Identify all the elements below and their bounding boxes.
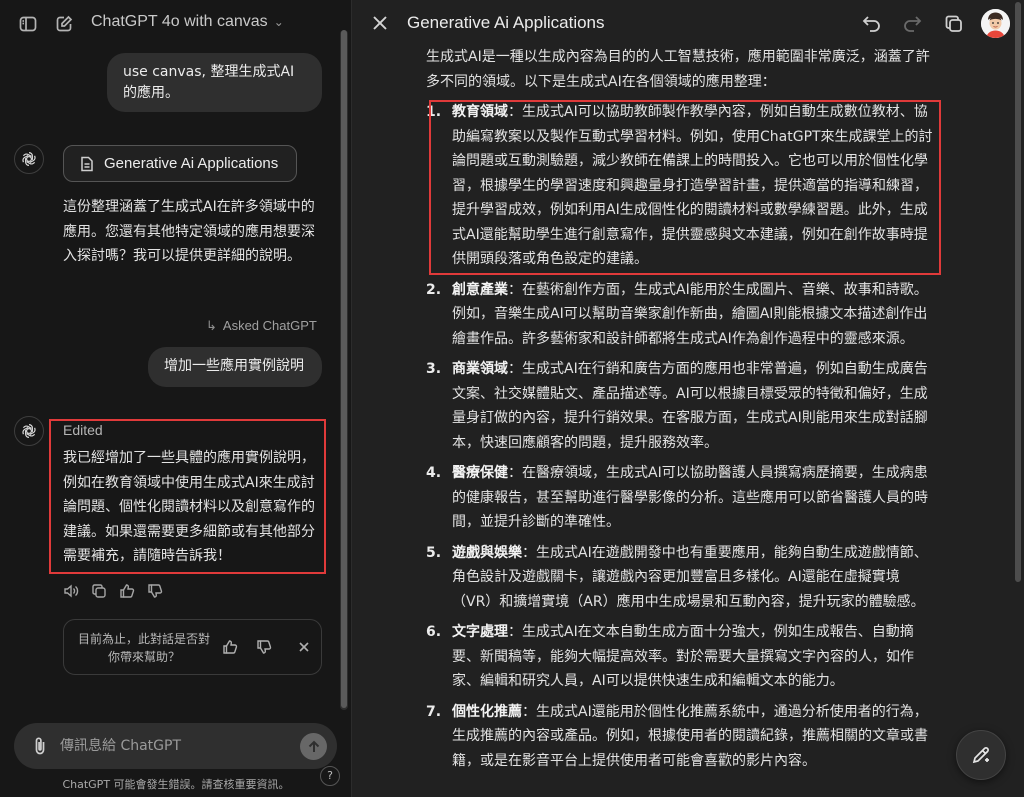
edited-label: Edited	[63, 422, 103, 438]
feedback-thumbs-up-icon[interactable]	[222, 639, 238, 655]
user-avatar-icon	[981, 9, 1010, 38]
sidebar-toggle-icon[interactable]	[18, 14, 38, 34]
document-title: Generative Ai Applications	[407, 13, 605, 32]
copy-document-icon[interactable]	[943, 13, 965, 35]
assistant-message-2: 我已經增加了一些具體的應用實例說明，例如在教育領域中使用生成式AI來生成討論問題…	[63, 450, 315, 564]
chevron-down-icon: ⌄	[273, 15, 284, 29]
redo-icon[interactable]	[901, 13, 923, 35]
list-item: 1. 教育領域：生成式AI可以協助教師製作教學內容，例如自動生成數位教材、協助編寫…	[426, 100, 938, 272]
document-intro: 生成式AI是一種以生成內容為目的的人工智慧技術，應用範圍非常廣泛，涵蓋了許多不同…	[426, 49, 930, 90]
close-feedback-icon[interactable]	[296, 639, 312, 655]
list-item-body: ：生成式AI在行銷和廣告方面的應用也非常普遍，例如自動生成廣告文案、社交媒體貼文…	[452, 361, 928, 451]
new-chat-icon[interactable]	[54, 14, 74, 34]
document-icon	[81, 156, 93, 171]
list-item-heading: 醫療保健	[452, 465, 508, 481]
list-item: 7. 個性化推薦：生成式AI還能用於個性化推薦系統中，通過分析使用者的行為，生成推…	[426, 700, 938, 774]
user-avatar[interactable]	[981, 9, 1010, 38]
chat-sidebar: ChatGPT 4o with canvas ⌄ use canvas, 整理生成…	[0, 0, 352, 797]
list-item-body: ：生成式AI在文本自動生成方面十分強大，例如生成報告、自動摘要、新聞稿等，能夠大…	[452, 624, 914, 689]
pencil-sparkle-icon	[972, 747, 989, 764]
list-item: 6. 文字處理：生成式AI在文本自動生成方面十分強大，例如生成報告、自動摘要、新聞…	[426, 620, 938, 694]
user-message-bubble-2: 增加一些應用實例說明	[148, 347, 322, 387]
list-item-heading: 創意產業	[452, 281, 508, 298]
close-canvas-icon[interactable]	[371, 14, 389, 32]
canvas-panel: Generative Ai Applications 生成式AI是一種以生成內容…	[353, 0, 1024, 797]
edit-suggestions-button[interactable]	[956, 730, 1006, 780]
document-scrollbar[interactable]	[1012, 0, 1024, 797]
list-item-body: ：生成式AI還能用於個性化推薦系統中，通過分析使用者的行為，生成推薦的內容或產品…	[452, 703, 928, 769]
canvas-document-chip[interactable]: Generative Ai Applications	[63, 145, 297, 182]
chatgpt-avatar	[14, 144, 44, 174]
list-item: 3. 商業領域：生成式AI在行銷和廣告方面的應用也非常普遍，例如自動生成廣告文案、…	[426, 357, 938, 455]
list-item-heading: 遊戲與娛樂	[452, 544, 522, 561]
list-item-number: 7.	[426, 703, 442, 720]
list-item-number: 2.	[426, 281, 442, 298]
undo-icon[interactable]	[861, 13, 883, 35]
list-item-body: ：生成式AI在遊戲開發中也有重要應用，能夠自動生成遊戲情節、角色設計及遊戲關卡，…	[452, 544, 928, 610]
paperclip-icon[interactable]	[31, 736, 49, 756]
canvas-chip-label: Generative Ai Applications	[104, 155, 279, 172]
feedback-question: 目前為止，此對話是否對你帶來幫助？	[78, 632, 211, 664]
list-item-body: ：在藝術創作方面，生成式AI能用於生成圖片、音樂、故事和詩歌。例如，音樂生成AI…	[452, 281, 928, 347]
user-message-text: use canvas, 整理生成式AI的應用。	[123, 64, 295, 101]
asked-chatgpt-label: ↳ Asked ChatGPT	[206, 318, 317, 333]
arrow-up-icon	[308, 740, 319, 752]
thumbs-up-icon[interactable]	[119, 583, 137, 601]
message-actions	[63, 583, 165, 601]
reply-arrow-icon: ↳	[206, 318, 217, 333]
model-selector[interactable]: ChatGPT 4o with canvas ⌄	[91, 13, 284, 31]
document-body: 生成式AI是一種以生成內容為目的的人工智慧技術，應用範圍非常廣泛，涵蓋了許多不同…	[426, 45, 938, 779]
list-item: 5. 遊戲與娛樂：生成式AI在遊戲開發中也有重要應用，能夠自動生成遊戲情節、角色設…	[426, 541, 938, 615]
list-item-heading: 教育領域	[452, 104, 508, 120]
chatgpt-avatar-2	[14, 416, 44, 446]
list-item-heading: 商業領域	[452, 361, 508, 377]
application-list: 1. 教育領域：生成式AI可以協助教師製作教學內容，例如自動生成數位教材、協助編寫…	[426, 100, 938, 773]
feedback-thumbs-down-icon[interactable]	[256, 639, 272, 655]
user-message-text-2: 增加一些應用實例說明	[164, 358, 304, 374]
read-aloud-icon[interactable]	[63, 583, 81, 601]
disclaimer-text: ChatGPT 可能會發生錯誤。請查核重要資訊。	[62, 778, 290, 791]
list-item-body: ：生成式AI可以協助教師製作教學內容，例如自動生成數位教材、協助編寫教案以及製作…	[452, 104, 933, 267]
message-input[interactable]	[60, 735, 280, 757]
chat-header: ChatGPT 4o with canvas ⌄	[0, 0, 352, 48]
list-item-number: 4.	[426, 465, 442, 481]
openai-logo-icon	[22, 152, 36, 166]
chat-scrollbar[interactable]	[340, 30, 348, 710]
list-item: 4. 醫療保健：在醫療領域，生成式AI可以協助醫護人員撰寫病歷摘要，生成病患的健康…	[426, 461, 938, 535]
list-item: 2. 創意產業：在藝術創作方面，生成式AI能用於生成圖片、音樂、故事和詩歌。例如，…	[426, 278, 938, 352]
chat-scrollbar-thumb[interactable]	[341, 30, 347, 708]
model-title-label: ChatGPT 4o with canvas	[91, 13, 268, 30]
feedback-card: 目前為止，此對話是否對你帶來幫助？	[63, 619, 322, 675]
thumbs-down-icon[interactable]	[147, 583, 165, 601]
document-scrollbar-thumb[interactable]	[1015, 2, 1021, 582]
list-item-number: 5.	[426, 544, 442, 561]
send-button[interactable]	[300, 733, 327, 760]
user-message-bubble: use canvas, 整理生成式AI的應用。	[107, 53, 322, 112]
list-item-number: 1.	[426, 104, 442, 120]
list-item-number: 6.	[426, 624, 442, 640]
copy-icon[interactable]	[91, 583, 109, 601]
help-button[interactable]: ?	[320, 766, 340, 786]
list-item-heading: 文字處理	[452, 624, 508, 640]
list-item-number: 3.	[426, 361, 442, 377]
list-item-heading: 個性化推薦	[452, 703, 522, 720]
assistant-message-1: 這份整理涵蓋了生成式AI在許多領域中的應用。您還有其他特定領域的應用想要深入探討…	[63, 199, 315, 264]
openai-logo-icon	[22, 424, 36, 438]
message-composer	[14, 723, 337, 769]
list-item-body: ：在醫療領域，生成式AI可以協助醫護人員撰寫病歷摘要，生成病患的健康報告，甚至幫…	[452, 465, 928, 530]
